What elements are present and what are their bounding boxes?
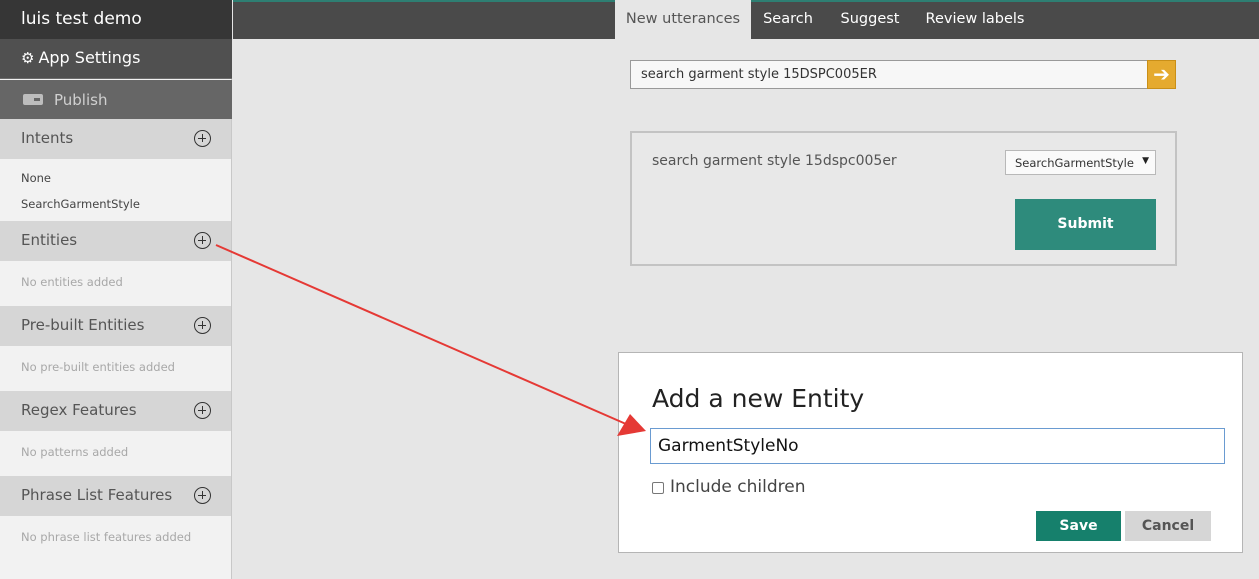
arrow-right-icon[interactable]: ➔ [1147,60,1176,89]
caret-down-icon: ▼ [1142,156,1149,166]
section-label: Intents [21,129,74,147]
prebuilt-empty-text: No pre-built entities added [21,360,175,374]
section-prebuilt-entities: Pre-built Entities [0,306,231,346]
add-regex-feature-icon[interactable] [194,402,211,419]
submit-button[interactable]: Submit [1015,199,1156,250]
intent-select-value: SearchGarmentStyle [1015,156,1134,170]
add-intent-icon[interactable] [194,130,211,147]
app-title: luis test demo [0,0,232,39]
tab-review-labels[interactable]: Review labels [918,0,1032,41]
phrase-list-empty-text: No phrase list features added [21,530,192,544]
entities-empty-text: No entities added [21,275,123,289]
dialog-title: Add a new Entity [652,384,865,413]
add-prebuilt-entity-icon[interactable] [194,317,211,334]
section-label: Pre-built Entities [21,316,145,334]
app-settings-label: App Settings [38,48,141,67]
section-label: Regex Features [21,401,137,419]
sidebar: luis test demo ⚙ App Settings Publish Int… [0,0,232,579]
section-intents: Intents [0,119,231,159]
gear-icon: ⚙ [21,49,35,67]
section-label: Phrase List Features [21,486,173,504]
publish-icon [23,94,43,105]
section-phrase-list-features: Phrase List Features [0,476,231,516]
add-entity-icon[interactable] [194,232,211,249]
section-label: Entities [21,231,78,249]
include-children-checkbox[interactable] [652,482,664,494]
intent-item-searchgarmentstyle[interactable]: SearchGarmentStyle [21,197,140,211]
intent-select[interactable]: SearchGarmentStyle ▼ [1005,150,1156,175]
publish-label: Publish [54,91,108,109]
utterance-search-input[interactable]: search garment style 15DSPC005ER [630,60,1148,89]
utterance-text: search garment style 15dspc005er [652,153,897,169]
section-regex-features: Regex Features [0,391,231,431]
annotation-arrow-line [215,244,627,425]
publish-button[interactable]: Publish [0,80,232,119]
tab-suggest[interactable]: Suggest [829,0,911,41]
top-bar: New utterances Search Suggest Review lab… [233,0,1259,41]
cancel-button[interactable]: Cancel [1125,511,1211,541]
include-children-label: Include children [670,477,806,497]
utterance-card: search garment style 15dspc005er SearchG… [630,131,1177,266]
save-button[interactable]: Save [1036,511,1121,541]
section-entities: Entities [0,221,231,261]
regex-empty-text: No patterns added [21,445,129,459]
tab-new-utterances[interactable]: New utterances [615,0,751,41]
intent-item-none[interactable]: None [21,171,51,185]
entity-name-input[interactable]: GarmentStyleNo [650,428,1225,464]
add-phrase-list-icon[interactable] [194,487,211,504]
tab-search[interactable]: Search [753,0,823,41]
add-entity-dialog: Add a new Entity GarmentStyleNo Include … [618,352,1243,553]
app-settings-button[interactable]: ⚙ App Settings [0,39,232,79]
